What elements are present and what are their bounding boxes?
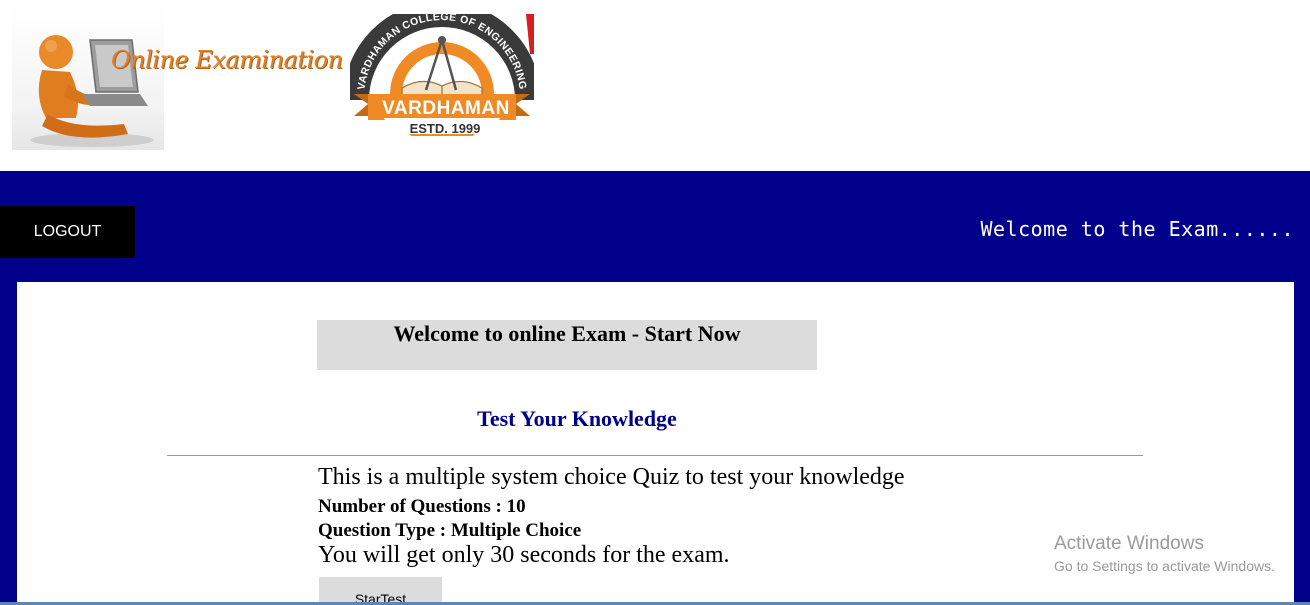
online-examination-logo: Online Examination bbox=[12, 6, 343, 150]
college-estd-text: ESTD. 1999 bbox=[409, 121, 481, 136]
quiz-description: This is a multiple system choice Quiz to… bbox=[318, 464, 905, 490]
divider bbox=[167, 455, 1143, 456]
start-heading: Welcome to online Exam - Start Now bbox=[393, 321, 741, 346]
start-heading-box: Welcome to online Exam - Start Now bbox=[317, 320, 817, 370]
brand-logo-text: Online Examination bbox=[111, 46, 343, 74]
time-limit: You will get only 30 seconds for the exa… bbox=[318, 542, 730, 568]
person-with-laptop-icon bbox=[12, 6, 164, 150]
logout-button[interactable]: LOGOUT bbox=[0, 206, 135, 258]
start-test-button[interactable]: StarTest bbox=[319, 577, 442, 605]
activate-windows-title: Activate Windows bbox=[1054, 533, 1204, 554]
questions-count: Number of Questions : 10 bbox=[318, 496, 526, 517]
page-header: Online Examination VARDHAMAN COLLEGE OF … bbox=[0, 0, 1310, 171]
knowledge-subtitle: Test Your Knowledge bbox=[477, 406, 677, 431]
svg-text:VARDHAMAN COLLEGE OF ENGINEERI: VARDHAMAN COLLEGE OF ENGINEERING bbox=[355, 14, 528, 91]
question-type: Question Type : Multiple Choice bbox=[318, 520, 582, 541]
welcome-marquee: Welcome to the Exam...... bbox=[980, 217, 1294, 241]
college-ribbon-text: VARDHAMAN bbox=[382, 98, 510, 119]
activate-windows-subtitle: Go to Settings to activate Windows. bbox=[1054, 558, 1275, 574]
activate-windows-watermark: Activate Windows Go to Settings to activ… bbox=[1054, 533, 1275, 577]
college-logo: VARDHAMAN COLLEGE OF ENGINEERING VARDHAM… bbox=[350, 14, 534, 136]
